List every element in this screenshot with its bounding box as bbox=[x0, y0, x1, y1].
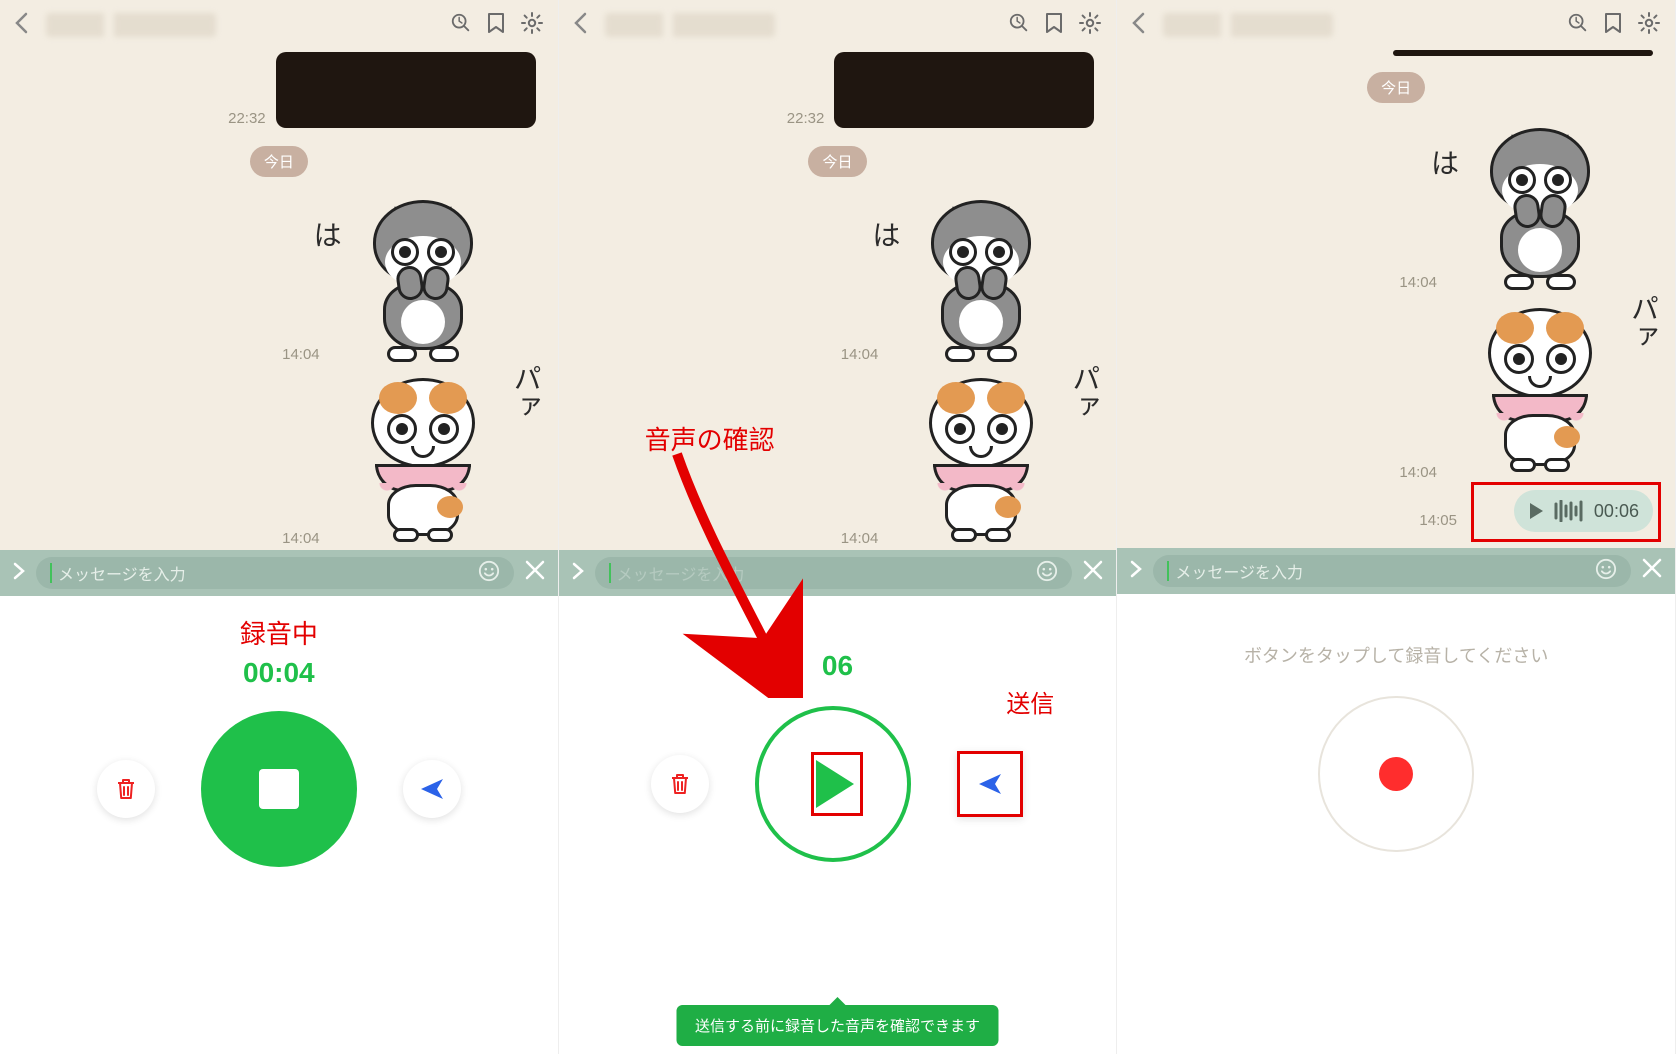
cat-orange-sticker bbox=[1470, 302, 1610, 472]
chat-header bbox=[559, 0, 1117, 50]
sticker-caption: は bbox=[314, 214, 342, 254]
input-placeholder: メッセージを入力 bbox=[58, 561, 186, 585]
record-icon bbox=[1379, 757, 1413, 791]
cat-grey-sticker bbox=[353, 190, 493, 360]
image-message[interactable] bbox=[1393, 50, 1653, 56]
cat-grey-sticker bbox=[911, 190, 1051, 360]
panel-recording: 22:32 今日 は 14:04 パァ bbox=[0, 0, 559, 1054]
chat-title-blurred bbox=[46, 13, 216, 37]
delete-button[interactable] bbox=[651, 755, 709, 813]
chat-area[interactable]: 22:32 今日 は 14:04 パァ bbox=[0, 50, 558, 550]
sticker-message[interactable]: は bbox=[328, 180, 518, 370]
close-icon[interactable] bbox=[524, 559, 546, 588]
settings-icon[interactable] bbox=[1078, 11, 1102, 40]
search-icon[interactable] bbox=[1008, 12, 1030, 39]
timestamp: 22:32 bbox=[228, 110, 266, 127]
message-input[interactable]: メッセージを入力 bbox=[595, 557, 1073, 589]
timestamp: 14:04 bbox=[1399, 274, 1437, 291]
timestamp: 14:04 bbox=[282, 530, 320, 547]
settings-icon[interactable] bbox=[520, 11, 544, 40]
timestamp: 22:32 bbox=[787, 110, 825, 127]
annotation-confirm-audio: 音声の確認 bbox=[645, 420, 775, 457]
sticker-caption: は bbox=[1431, 142, 1459, 182]
bookmark-icon[interactable] bbox=[1044, 12, 1064, 39]
sticker-message[interactable]: は bbox=[1445, 108, 1635, 298]
chat-title-blurred bbox=[1163, 13, 1333, 37]
sticker-caption: は bbox=[872, 214, 900, 254]
chat-title-blurred bbox=[605, 13, 775, 37]
settings-icon[interactable] bbox=[1637, 11, 1661, 40]
search-icon[interactable] bbox=[450, 12, 472, 39]
date-badge: 今日 bbox=[1367, 72, 1425, 103]
stop-recording-button[interactable] bbox=[201, 711, 357, 867]
message-input[interactable]: メッセージを入力 bbox=[36, 557, 514, 589]
expand-icon[interactable] bbox=[1129, 559, 1143, 584]
message-input-bar: メッセージを入力 bbox=[1117, 548, 1675, 594]
record-hint: ボタンをタップして録音してください bbox=[1244, 642, 1548, 668]
timestamp: 14:04 bbox=[1399, 464, 1437, 481]
cat-orange-sticker bbox=[911, 372, 1051, 542]
message-input-bar: メッセージを入力 bbox=[0, 550, 558, 596]
cat-orange-sticker bbox=[353, 372, 493, 542]
recording-timer: 06 bbox=[822, 650, 853, 682]
emoji-icon[interactable] bbox=[1595, 558, 1617, 585]
date-badge: 今日 bbox=[808, 146, 866, 177]
play-icon bbox=[1528, 502, 1544, 520]
chat-header bbox=[0, 0, 558, 50]
timestamp: 14:04 bbox=[282, 346, 320, 363]
expand-icon[interactable] bbox=[12, 561, 26, 586]
back-icon[interactable] bbox=[14, 12, 28, 39]
panel-confirm: 22:32 今日 は 14:04 パァ 14:04 メッセージを入 bbox=[559, 0, 1118, 1054]
start-recording-button[interactable] bbox=[1318, 696, 1474, 852]
voice-recorder: 06 送信 送信する前に録音した音声を確認できます bbox=[559, 596, 1117, 1054]
annotation-recording: 録音中 bbox=[240, 614, 318, 651]
send-button[interactable] bbox=[957, 751, 1023, 817]
recording-timer: 00:04 bbox=[243, 657, 315, 689]
bookmark-icon[interactable] bbox=[486, 12, 506, 39]
input-placeholder: メッセージを入力 bbox=[617, 561, 745, 585]
voice-recorder: 録音中 00:04 bbox=[0, 596, 558, 1054]
bookmark-icon[interactable] bbox=[1603, 12, 1623, 39]
sticker-caption: パァ bbox=[506, 364, 546, 420]
play-preview-button[interactable] bbox=[755, 706, 911, 862]
image-message[interactable] bbox=[276, 52, 536, 128]
chat-area[interactable]: 今日 は 14:04 パァ 14:04 bbox=[1117, 50, 1675, 548]
send-button[interactable] bbox=[403, 760, 461, 818]
date-badge: 今日 bbox=[250, 146, 308, 177]
sticker-message[interactable]: パァ bbox=[886, 362, 1076, 550]
sticker-message[interactable]: パァ bbox=[1445, 292, 1635, 482]
close-icon[interactable] bbox=[1082, 559, 1104, 588]
voice-duration: 00:06 bbox=[1594, 501, 1639, 522]
message-input[interactable]: メッセージを入力 bbox=[1153, 555, 1631, 587]
chat-area[interactable]: 22:32 今日 は 14:04 パァ 14:04 bbox=[559, 50, 1117, 550]
emoji-icon[interactable] bbox=[478, 560, 500, 587]
annotation-send: 送信 bbox=[1006, 684, 1054, 719]
sticker-message[interactable]: パァ bbox=[328, 362, 518, 550]
timestamp: 14:04 bbox=[841, 530, 879, 547]
delete-button[interactable] bbox=[97, 760, 155, 818]
voice-message[interactable]: 00:06 bbox=[1514, 490, 1653, 532]
message-input-bar: メッセージを入力 bbox=[559, 550, 1117, 596]
waveform-icon bbox=[1554, 500, 1584, 522]
sticker-caption: パァ bbox=[1623, 294, 1663, 350]
chat-header bbox=[1117, 0, 1675, 50]
cat-grey-sticker bbox=[1470, 118, 1610, 288]
timestamp: 14:04 bbox=[841, 346, 879, 363]
emoji-icon[interactable] bbox=[1036, 560, 1058, 587]
search-icon[interactable] bbox=[1567, 12, 1589, 39]
annotation-box bbox=[811, 752, 863, 816]
panel-sent: 今日 は 14:04 パァ 14:04 bbox=[1117, 0, 1676, 1054]
voice-recorder: ボタンをタップして録音してください bbox=[1117, 594, 1675, 1054]
back-icon[interactable] bbox=[1131, 12, 1145, 39]
timestamp: 14:05 bbox=[1419, 512, 1457, 529]
expand-icon[interactable] bbox=[571, 561, 585, 586]
sticker-caption: パァ bbox=[1064, 364, 1104, 420]
close-icon[interactable] bbox=[1641, 557, 1663, 586]
stop-icon bbox=[259, 769, 299, 809]
sticker-message[interactable]: は bbox=[886, 180, 1076, 370]
back-icon[interactable] bbox=[573, 12, 587, 39]
image-message[interactable] bbox=[834, 52, 1094, 128]
hint-banner: 送信する前に録音した音声を確認できます bbox=[677, 1005, 998, 1046]
input-placeholder: メッセージを入力 bbox=[1175, 559, 1303, 583]
